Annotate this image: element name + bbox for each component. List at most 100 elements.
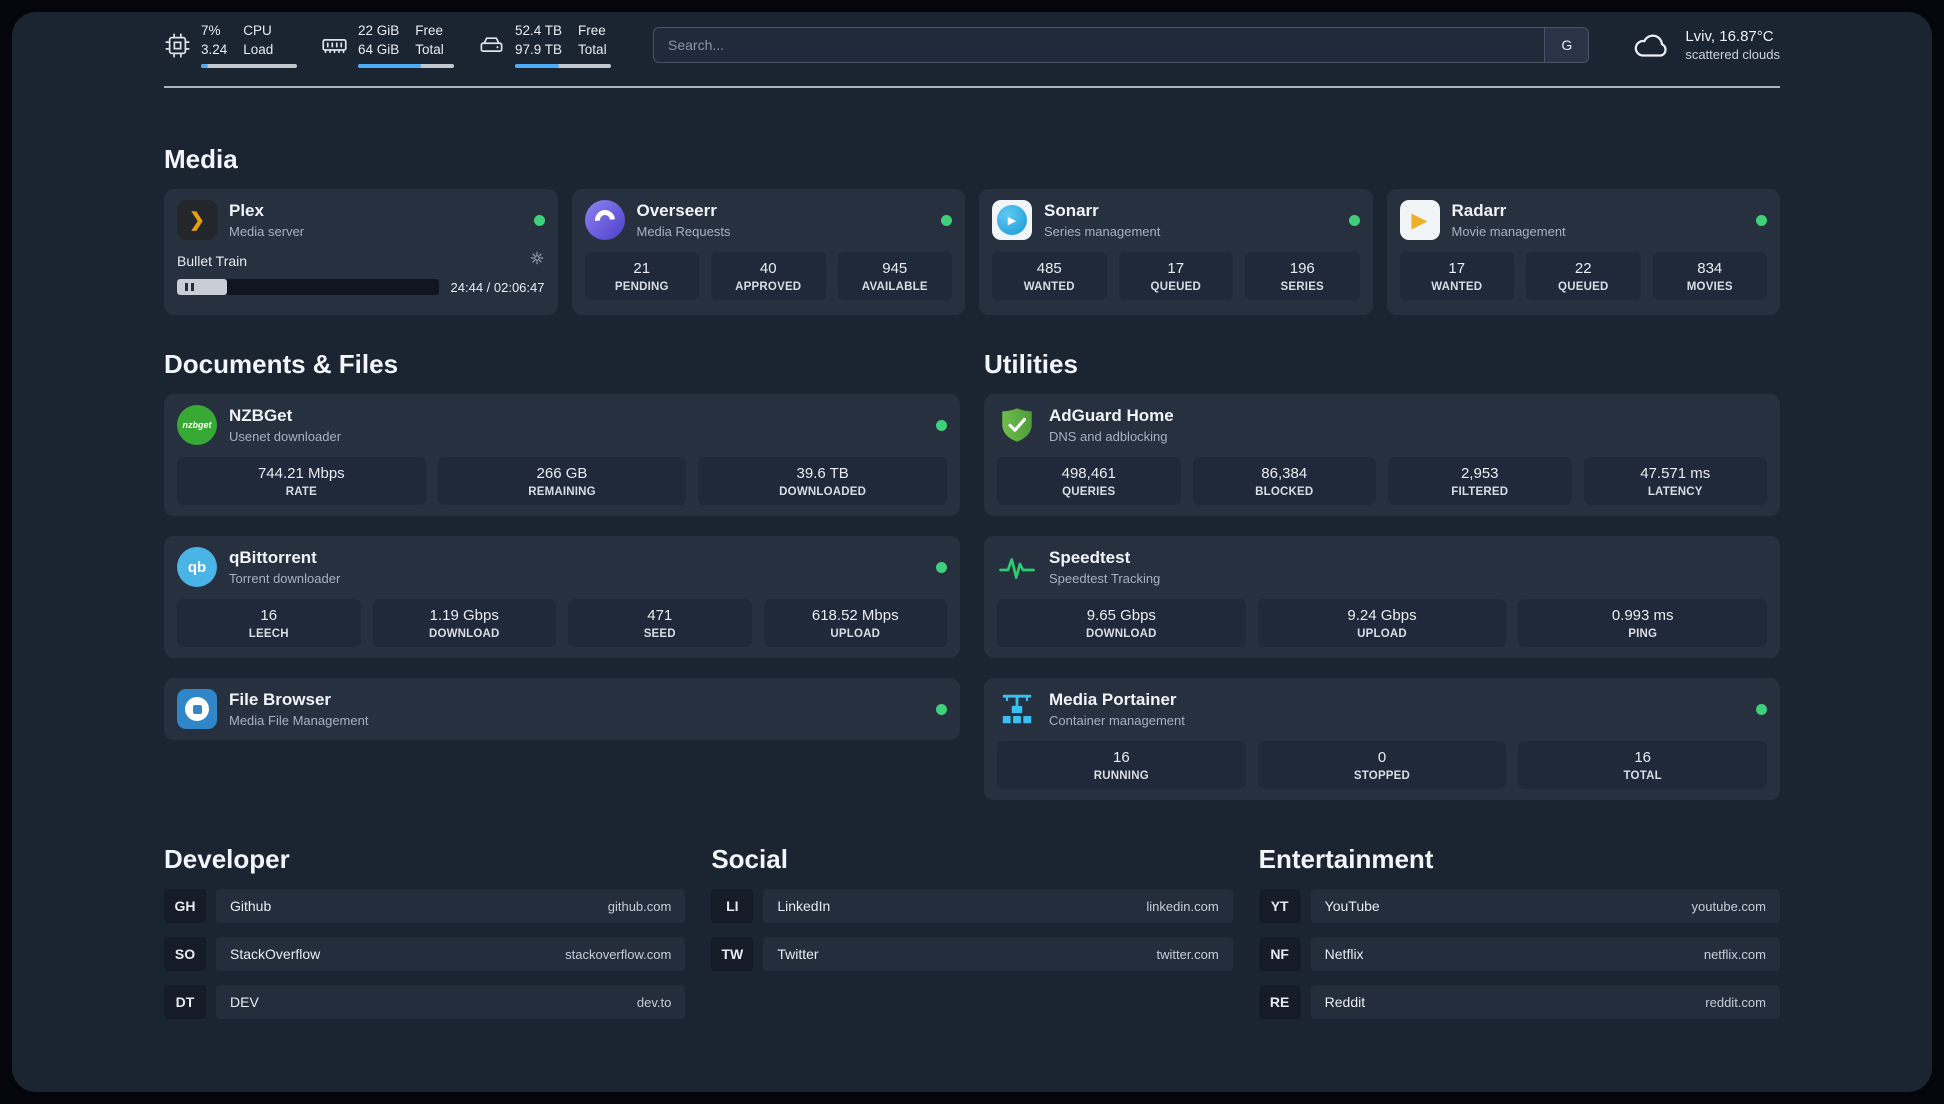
cpu-icon bbox=[164, 32, 191, 59]
stat-label: MOVIES bbox=[1686, 281, 1733, 293]
qbittorrent-icon: qb bbox=[177, 547, 217, 587]
stat-value: 9.65 Gbps bbox=[1086, 607, 1156, 624]
stat-label: TOTAL bbox=[1623, 770, 1662, 782]
cpu-load-label: Load bbox=[243, 41, 274, 57]
stat-label: QUEUED bbox=[1558, 281, 1609, 293]
app-card-nzbget[interactable]: nzbget NZBGet Usenet downloader 744.21 M… bbox=[164, 394, 960, 516]
stat-value: 39.6 TB bbox=[796, 465, 849, 482]
bookmark-row: NF Netflix netflix.com bbox=[1258, 937, 1780, 971]
app-card-overseerr[interactable]: Overseerr Media Requests 21 PENDING 40 A… bbox=[571, 189, 965, 315]
ram-icon bbox=[321, 32, 348, 59]
nzbget-icon: nzbget bbox=[177, 405, 217, 445]
bookmarks-developer: Developer GH Github github.com SO StackO… bbox=[164, 844, 686, 1033]
filebrowser-icon bbox=[177, 689, 217, 729]
app-name: Speedtest bbox=[1049, 548, 1131, 568]
status-dot bbox=[936, 419, 947, 431]
app-card-portainer[interactable]: Media Portainer Container management 16 … bbox=[984, 678, 1780, 800]
bookmark-row: SO StackOverflow stackoverflow.com bbox=[164, 937, 686, 971]
bookmark-link-reddit[interactable]: Reddit reddit.com bbox=[1310, 985, 1780, 1019]
stat-tile: 2,953 FILTERED bbox=[1388, 457, 1572, 505]
status-dot bbox=[936, 703, 947, 715]
bookmark-row: TW Twitter twitter.com bbox=[711, 937, 1233, 971]
stat-label: LATENCY bbox=[1647, 486, 1703, 498]
stat-value: 266 GB bbox=[536, 465, 588, 482]
app-card-sonarr[interactable]: ▶ Sonarr Series management 485 WANTED 17 bbox=[979, 189, 1373, 315]
weather-location-temp: Lviv, 16.87°C bbox=[1685, 28, 1774, 45]
bookmark-url: netflix.com bbox=[1703, 946, 1766, 962]
stat-tile: 498,461 QUERIES bbox=[997, 457, 1181, 505]
stat-tile: 266 GB REMAINING bbox=[437, 457, 687, 505]
bookmark-link-dev[interactable]: DEV dev.to bbox=[216, 985, 686, 1019]
bookmark-name: YouTube bbox=[1324, 898, 1380, 914]
app-subtitle: Movie management bbox=[1451, 223, 1566, 239]
stat-tile: 17 QUEUED bbox=[1118, 252, 1233, 300]
utilities-section: Utilities AdGuard Home DNS and adblockin… bbox=[984, 349, 1780, 820]
app-card-qbittorrent[interactable]: qb qBittorrent Torrent downloader 16 LEE… bbox=[164, 536, 960, 658]
app-card-plex[interactable]: ❯ Plex Media server Bullet Train 24:44 /… bbox=[164, 189, 558, 315]
bookmark-name: Twitter bbox=[777, 946, 819, 962]
disk-metric: 52.4 TB 97.9 TB Free Total bbox=[478, 22, 611, 68]
bookmark-name: Netflix bbox=[1324, 946, 1364, 962]
disk-free-label: Free bbox=[578, 23, 606, 39]
bookmark-link-stackoverflow[interactable]: StackOverflow stackoverflow.com bbox=[216, 937, 686, 971]
disk-icon bbox=[478, 32, 505, 59]
ram-total-value: 64 GiB bbox=[358, 41, 400, 57]
speedtest-icon bbox=[997, 547, 1037, 587]
bookmark-name: LinkedIn bbox=[777, 898, 831, 914]
bookmark-row: YT YouTube youtube.com bbox=[1258, 889, 1780, 923]
stat-tile: 39.6 TB DOWNLOADED bbox=[698, 457, 947, 505]
plex-now-playing: Bullet Train 24:44 / 02:06:47 bbox=[177, 250, 545, 295]
gear-icon[interactable] bbox=[529, 250, 545, 271]
stat-value: 834 bbox=[1697, 260, 1723, 277]
bookmark-url: twitter.com bbox=[1156, 946, 1219, 962]
app-subtitle: Media Requests bbox=[636, 223, 731, 239]
bookmark-link-github[interactable]: Github github.com bbox=[216, 889, 686, 923]
app-card-adguard[interactable]: AdGuard Home DNS and adblocking 498,461 … bbox=[984, 394, 1780, 516]
stat-label: QUERIES bbox=[1062, 486, 1116, 498]
app-subtitle: Media File Management bbox=[229, 712, 369, 728]
bookmark-row: GH Github github.com bbox=[164, 889, 686, 923]
bookmark-link-youtube[interactable]: YouTube youtube.com bbox=[1310, 889, 1780, 923]
playback-progress-bar[interactable] bbox=[177, 279, 439, 295]
pause-icon[interactable] bbox=[185, 283, 194, 291]
bookmark-abbr: LI bbox=[711, 889, 754, 923]
search-engine-button[interactable]: G bbox=[1544, 28, 1589, 62]
bookmark-link-netflix[interactable]: Netflix netflix.com bbox=[1310, 937, 1780, 971]
stat-label: STOPPED bbox=[1353, 770, 1411, 782]
bookmark-abbr: RE bbox=[1258, 985, 1301, 1019]
bookmark-url: linkedin.com bbox=[1146, 898, 1219, 914]
stat-label: RATE bbox=[285, 486, 317, 498]
documents-section: Documents & Files nzbget NZBGet Usenet d… bbox=[164, 349, 960, 820]
header-bar: 7% 3.24 CPU Load 22 GiB 64 GiB Free Tota… bbox=[164, 23, 1780, 88]
weather-widget[interactable]: Lviv, 16.87°C scattered clouds bbox=[1631, 28, 1780, 62]
ram-metric: 22 GiB 64 GiB Free Total bbox=[321, 22, 454, 68]
stat-tile: 471 SEED bbox=[568, 599, 752, 647]
app-card-filebrowser[interactable]: File Browser Media File Management bbox=[164, 678, 960, 740]
ram-total-label: Total bbox=[415, 41, 444, 57]
app-card-radarr[interactable]: ▶ Radarr Movie management 17 WANTED 22 Q… bbox=[1386, 189, 1780, 315]
app-card-speedtest[interactable]: Speedtest Speedtest Tracking 9.65 Gbps D… bbox=[984, 536, 1780, 658]
cpu-usage-value: 7% bbox=[201, 23, 221, 39]
cpu-progress-bar bbox=[201, 63, 297, 68]
search-input[interactable] bbox=[654, 28, 1545, 62]
app-name: Sonarr bbox=[1044, 201, 1099, 221]
cpu-metric: 7% 3.24 CPU Load bbox=[164, 22, 297, 68]
stat-tile: 834 MOVIES bbox=[1652, 252, 1767, 300]
bookmark-link-twitter[interactable]: Twitter twitter.com bbox=[763, 937, 1233, 971]
stat-tile: 0 STOPPED bbox=[1257, 741, 1507, 789]
ram-free-label: Free bbox=[415, 23, 444, 39]
media-section-title: Media bbox=[164, 144, 238, 174]
weather-condition: scattered clouds bbox=[1685, 47, 1780, 62]
bookmark-link-linkedin[interactable]: LinkedIn linkedin.com bbox=[763, 889, 1233, 923]
stat-label: LEECH bbox=[248, 628, 289, 640]
stat-tile: 618.52 Mbps UPLOAD bbox=[763, 599, 947, 647]
stat-label: DOWNLOAD bbox=[428, 628, 500, 640]
stat-tile: 22 QUEUED bbox=[1526, 252, 1641, 300]
stat-value: 22 bbox=[1574, 260, 1592, 277]
stat-value: 1.19 Gbps bbox=[429, 607, 499, 624]
status-dot bbox=[533, 214, 545, 226]
stat-value: 21 bbox=[633, 260, 651, 277]
cloud-icon bbox=[1631, 29, 1673, 61]
stat-tile: 16 TOTAL bbox=[1518, 741, 1767, 789]
stat-label: DOWNLOAD bbox=[1086, 628, 1157, 640]
